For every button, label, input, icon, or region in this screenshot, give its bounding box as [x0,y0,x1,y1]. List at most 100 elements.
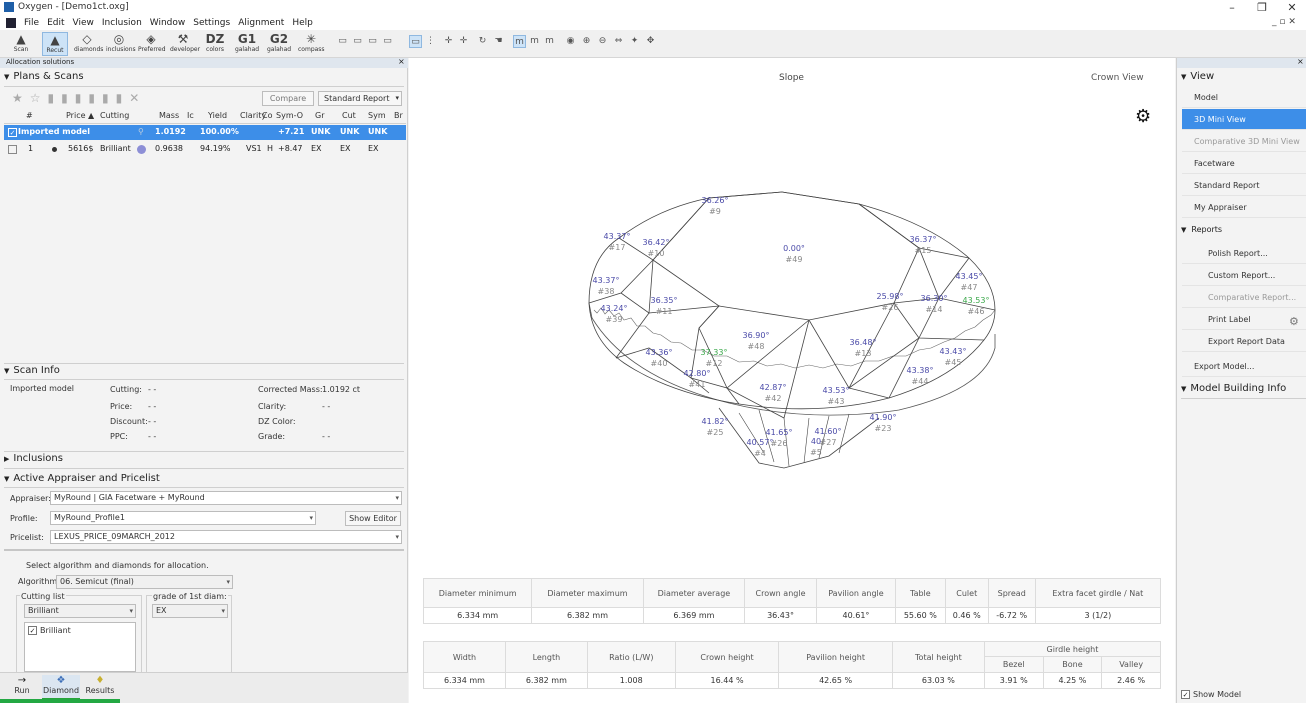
eye-icon[interactable]: ◉ [564,35,577,48]
bookmark-icon[interactable]: ▮ [102,91,116,105]
report-item[interactable]: Export Report Data [1182,331,1306,352]
toolbar-preferred-button[interactable]: ◈ Preferred [138,32,166,56]
view-item[interactable]: Comparative 3D Mini View [1182,131,1306,152]
table-row[interactable]: 1 5616$ Brilliant 0.9638 94.19% VS1 H +8.47 EX EX… [4,142,406,157]
tab-run[interactable]: → Run [8,675,36,701]
view-item[interactable]: Standard Report [1182,175,1306,196]
pricelist-select[interactable]: LEXUS_PRICE_09MARCH_2012 ▾ [50,530,402,544]
appraiser-header[interactable]: ▼ Active Appraiser and Pricelist [4,473,160,487]
tab-results[interactable]: ♦ Results [84,675,116,701]
layout-5-icon[interactable]: ▭ [409,35,422,48]
star-filled-icon[interactable]: ★ [12,91,30,105]
grade-1st-select[interactable]: EX ▾ [152,604,228,618]
toolbar-diamonds-button[interactable]: ◇ diamonds [74,32,103,56]
toolbar-compass-button[interactable]: ✳ compass [298,32,325,56]
layout-4-icon[interactable]: ▭ [381,35,394,48]
fit-icon[interactable]: ⇔ [612,35,625,48]
reports-header[interactable]: ▼ Reports [1181,225,1222,234]
measure-m2-icon[interactable]: m [528,35,541,48]
col-num[interactable]: # [26,111,33,120]
rotate-icon[interactable]: ↻ [476,35,489,48]
app-menu-icon[interactable] [6,18,16,28]
options-icon[interactable]: ✥ [644,35,657,48]
menu-inclusion[interactable]: Inclusion [102,18,142,28]
menu-window[interactable]: Window [150,18,186,28]
checkbox-brilliant[interactable]: ✓ [28,626,37,635]
profile-select[interactable]: MyRound_Profile1 ▾ [50,511,316,525]
report-dropdown[interactable]: Standard Report ▾ [318,91,402,106]
col-symo[interactable]: Sym-O [276,111,303,120]
compare-button[interactable]: Compare [262,91,314,106]
appraiser-select[interactable]: MyRound | GIA Facetware + MyRound ▾ [50,491,402,505]
measure-m3-icon[interactable]: m [543,35,556,48]
mdi-controls[interactable]: _ ▫ ✕ [1272,17,1296,27]
toolbar-galahad-button[interactable]: G1 galahad [234,32,260,56]
col-br[interactable]: Br [394,111,403,120]
close-icon[interactable]: ✕ [1282,1,1302,14]
col-cutting[interactable]: Cutting [100,111,129,120]
layout-1-icon[interactable]: ▭ [336,35,349,48]
col-ic[interactable]: Ic [187,111,194,120]
view-item[interactable]: My Appraiser [1182,197,1306,218]
export-model-item[interactable]: Export Model... [1182,356,1306,377]
diamond-model-view[interactable]: 36.26° #9 43.37° #17 36.42° #10 0.00° #49 36.37°… [409,58,1175,578]
col-yield[interactable]: Yield [208,111,227,120]
show-model-checkbox[interactable]: ✓ [1181,690,1190,699]
menu-edit[interactable]: Edit [47,18,64,28]
panel-close-icon[interactable]: × [1297,57,1304,66]
bookmark-icon[interactable]: ▮ [61,91,75,105]
menu-help[interactable]: Help [292,18,313,28]
report-item[interactable]: Custom Report... [1182,265,1306,286]
menu-file[interactable]: File [24,18,39,28]
row-checkbox[interactable] [8,145,17,154]
menu-alignment[interactable]: Alignment [238,18,284,28]
col-mass[interactable]: Mass [159,111,179,120]
zoom-out-icon[interactable]: ⊖ [596,35,609,48]
zoom-in-icon[interactable]: ⊕ [580,35,593,48]
panel-close-icon[interactable]: × [398,57,405,66]
toolbar-developer-button[interactable]: ⚒ developer [170,32,200,56]
gear-icon[interactable]: ⚙ [1289,315,1299,328]
menu-view[interactable]: View [73,18,94,28]
report-item[interactable]: Polish Report... [1182,243,1306,264]
algorithm-select[interactable]: 06. Semicut (final) ▾ [56,575,233,589]
layout-2-icon[interactable]: ▭ [351,35,364,48]
maximize-icon[interactable]: ❐ [1252,1,1272,14]
bookmark-icon[interactable]: ▮ [48,91,62,105]
report-item[interactable]: Print Label [1182,309,1306,330]
flip-icon[interactable]: ✦ [628,35,641,48]
row-checkbox[interactable]: ✓ [8,128,17,137]
scan-info-header[interactable]: ▼ Scan Info [4,365,60,379]
menu-settings[interactable]: Settings [193,18,230,28]
star-outline-icon[interactable]: ☆ [30,91,48,105]
model-building-header[interactable]: ▼ Model Building Info [1181,383,1286,397]
delete-icon[interactable]: ✕ [129,91,146,105]
measure-m1-icon[interactable]: m [513,35,526,48]
col-gr[interactable]: Gr [315,111,325,120]
table-row[interactable]: ✓ ⚲ Imported model 1.0192 100.00% +7.21 UNK UNK… [4,125,406,140]
show-editor-button[interactable]: Show Editor [345,511,401,526]
toolbar-scan-button[interactable]: ▲ Scan [8,32,34,56]
plans-scans-header[interactable]: ▼ Plans & Scans [4,71,84,85]
minimize-icon[interactable]: – [1222,1,1242,14]
cutting-list-select[interactable]: Brilliant ▾ [24,604,136,618]
splitter-icon[interactable]: ⋮ [424,35,437,48]
move-alt-icon[interactable]: ✛ [457,35,470,48]
col-cut[interactable]: Cut [342,111,356,120]
bookmark-icon[interactable]: ▮ [116,91,130,105]
bookmark-icon[interactable]: ▮ [88,91,102,105]
bookmark-icon[interactable]: ▮ [75,91,89,105]
col-price[interactable]: Price ▲ [66,111,94,120]
view-item[interactable]: Facetware [1182,153,1306,174]
col-sym[interactable]: Sym [368,111,386,120]
toolbar-galahad-button[interactable]: G2 galahad [266,32,292,56]
layout-3-icon[interactable]: ▭ [366,35,379,48]
view-item[interactable]: Model [1182,87,1306,108]
view-item[interactable]: 3D Mini View [1182,109,1306,130]
tab-diamond[interactable]: ❖ Diamond [42,675,80,701]
toolbar-colors-button[interactable]: DZ colors [202,32,228,56]
toolbar-recut-button[interactable]: ▲ Recut [42,32,68,56]
view-header[interactable]: ▼ View [1181,71,1214,85]
move-icon[interactable]: ✛ [442,35,455,48]
col-co[interactable]: Co [262,111,272,120]
